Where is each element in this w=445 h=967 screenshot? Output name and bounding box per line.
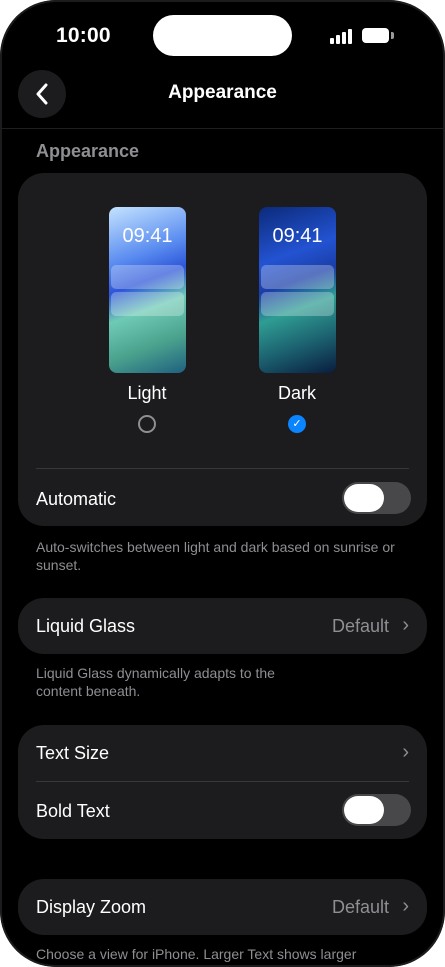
dark-preview-widget: [261, 292, 334, 316]
display-zoom-label: Display Zoom: [36, 897, 147, 917]
text-settings-card: Text Size › Bold Text: [18, 725, 427, 839]
liquid-glass-value: Default: [331, 616, 389, 636]
automatic-toggle[interactable]: [342, 482, 411, 514]
toggle-knob: [344, 484, 384, 512]
divider: [36, 468, 409, 469]
liquid-glass-label: Liquid Glass: [36, 616, 136, 636]
automatic-footnote: Auto-switches between light and dark bas…: [36, 539, 395, 573]
status-bar: 10:00: [0, 0, 445, 70]
dark-mode-radio[interactable]: ✓: [288, 415, 306, 433]
light-preview-time: 09:41: [122, 225, 173, 247]
light-mode-radio[interactable]: [138, 415, 156, 433]
divider: [36, 781, 409, 782]
chevron-right-icon: ›: [402, 614, 409, 636]
text-size-label: Text Size: [36, 743, 110, 763]
display-zoom-row[interactable]: Display Zoom Default ›: [18, 879, 427, 935]
cellular-signal-icon: [330, 29, 354, 44]
dark-mode-preview[interactable]: 09:41: [259, 207, 336, 373]
chevron-right-icon: ›: [402, 741, 409, 763]
toggle-knob: [344, 796, 384, 824]
liquid-glass-footnote: Liquid Glass dynamically adapts to the c…: [36, 665, 275, 699]
light-mode-label: Light: [127, 383, 167, 403]
automatic-label: Automatic: [36, 489, 117, 509]
appearance-card: 09:41 09:41 Light Dark ✓ Automatic: [18, 173, 427, 526]
display-zoom-footnote: Choose a view for iPhone. Larger Text sh…: [36, 946, 357, 962]
page-title: Appearance: [168, 82, 277, 103]
battery-icon: [362, 28, 389, 43]
text-size-row[interactable]: Text Size ›: [18, 725, 427, 781]
chevron-right-icon: ›: [402, 895, 409, 917]
dark-mode-label: Dark: [277, 383, 316, 403]
bold-text-label: Bold Text: [36, 801, 110, 821]
light-preview-widget: [111, 265, 184, 289]
dark-preview-time: 09:41: [272, 225, 323, 247]
dynamic-island: [153, 15, 292, 56]
display-zoom-value: Default: [331, 897, 389, 917]
bold-text-toggle[interactable]: [342, 794, 411, 826]
liquid-glass-row[interactable]: Liquid Glass Default ›: [18, 598, 427, 654]
light-preview-widget: [111, 292, 184, 316]
checkmark-icon: ✓: [292, 418, 302, 430]
status-time: 10:00: [56, 24, 111, 47]
light-mode-preview[interactable]: 09:41: [109, 207, 186, 373]
navigation-bar: Appearance: [0, 66, 445, 129]
phone-screen: 10:00 Appearance Appearance 09:41 09:41: [0, 0, 445, 967]
battery-tip: [391, 32, 394, 39]
dark-preview-widget: [261, 265, 334, 289]
appearance-section-header: Appearance: [36, 141, 140, 161]
